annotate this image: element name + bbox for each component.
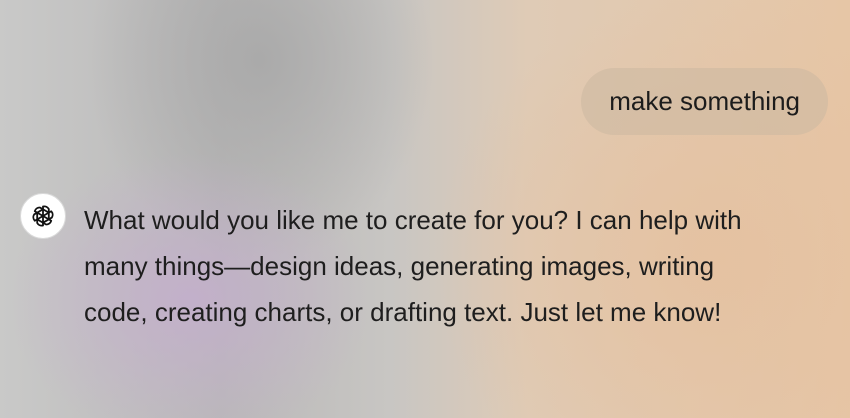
assistant-message-row: What would you like me to create for you… <box>20 193 810 335</box>
assistant-avatar <box>20 193 66 239</box>
openai-logo-icon <box>30 205 56 227</box>
user-message-bubble: make something <box>581 68 828 135</box>
assistant-message-text: What would you like me to create for you… <box>84 205 742 327</box>
chat-thread: make something What would you like me to… <box>0 0 850 418</box>
user-message-text: make something <box>609 86 800 116</box>
